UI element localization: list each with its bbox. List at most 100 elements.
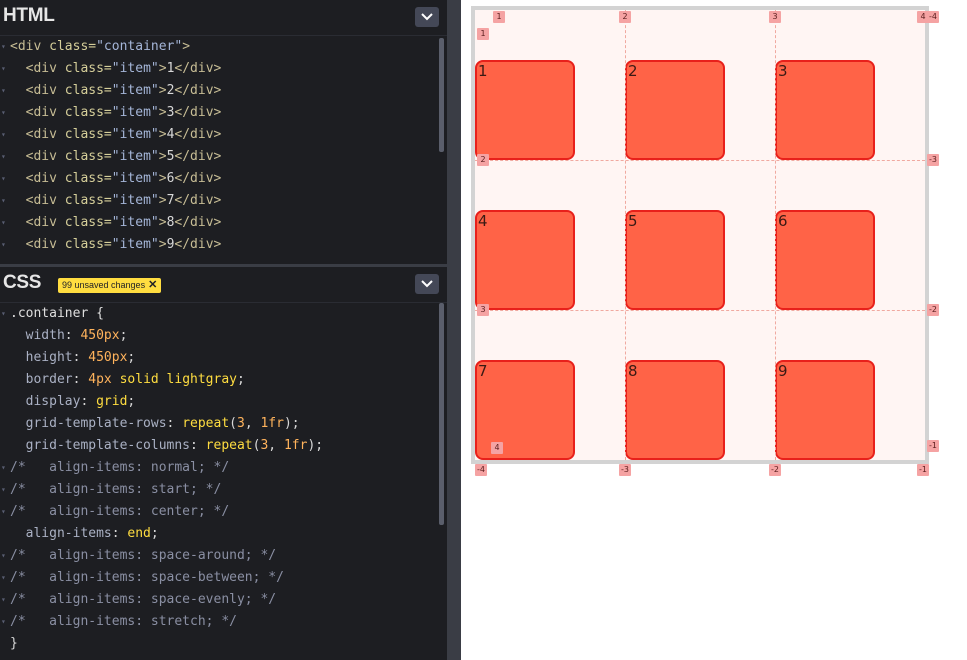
fold-marker-icon[interactable]: ▾ (1, 58, 6, 80)
code-token: } (10, 636, 18, 651)
code-token: ; (315, 438, 324, 453)
unsaved-changes-badge[interactable]: 99 unsaved changes ✕ (58, 278, 162, 293)
grid-column-line (775, 10, 776, 460)
fold-marker-icon[interactable]: ▾ (1, 168, 6, 190)
code-line: ▾ <div class="item">1</div> (0, 58, 437, 80)
css-scrollbar[interactable] (439, 303, 444, 525)
code-token: repeat (182, 416, 230, 431)
code-token: class= (56, 193, 112, 208)
grid-row-line (475, 310, 925, 311)
code-token: > (158, 171, 167, 186)
fold-marker-icon[interactable]: ▾ (1, 146, 6, 168)
code-token: height (10, 350, 73, 365)
html-pane-title: HTML (3, 5, 55, 26)
fold-marker-icon[interactable]: ▾ (1, 611, 6, 633)
code-token: class= (56, 105, 112, 120)
code-line: ▾ /* align-items: space-between; */ (0, 567, 437, 589)
code-token: class= (41, 39, 97, 54)
code-line: ▾ <div class="item">8</div> (0, 212, 437, 234)
code-token: .container { (10, 306, 104, 321)
html-collapse-button[interactable] (415, 7, 439, 27)
close-icon[interactable]: ✕ (148, 278, 157, 293)
code-token: "item" (111, 61, 159, 76)
fold-marker-icon[interactable]: ▾ (1, 124, 6, 146)
code-line: display: grid; (0, 391, 437, 413)
code-token: </div> (174, 127, 222, 142)
code-line: align-items: end; (0, 523, 437, 545)
row-line-label-left: 1 (477, 28, 489, 40)
html-scrollbar[interactable] (439, 38, 444, 152)
fold-marker-icon[interactable]: ▾ (1, 303, 6, 325)
code-token: "item" (111, 237, 159, 252)
css-code-area[interactable]: ▾ .container { width: 450px; height: 450p… (0, 303, 437, 655)
code-line: grid-template-columns: repeat(3, 1fr); (0, 435, 437, 457)
fold-marker-icon[interactable]: ▾ (1, 457, 6, 479)
fold-marker-icon[interactable]: ▾ (1, 190, 6, 212)
fold-marker-icon[interactable]: ▾ (1, 567, 6, 589)
code-token: 450px (88, 350, 128, 365)
fold-marker-icon[interactable]: ▾ (1, 80, 6, 102)
code-token: /* align-items: space-evenly; */ (10, 592, 277, 607)
code-line: ▾ /* align-items: space-around; */ (0, 545, 437, 567)
code-token: /* align-items: normal; */ (10, 460, 230, 475)
code-token: > (158, 237, 167, 252)
code-line: width: 450px; (0, 325, 437, 347)
html-code-area[interactable]: ▾ <div class="container"> ▾ <div class="it… (0, 36, 437, 256)
code-token: : (64, 328, 81, 343)
code-token: class= (56, 61, 112, 76)
fold-marker-icon[interactable]: ▾ (1, 102, 6, 124)
code-token: 1fr (260, 416, 284, 431)
code-token: : (72, 350, 89, 365)
code-token: "item" (111, 105, 159, 120)
code-token: border (10, 372, 73, 387)
code-token: align-items (10, 526, 112, 541)
code-token: </div> (174, 237, 222, 252)
fold-marker-icon[interactable]: ▾ (1, 479, 6, 501)
code-editor: HTML ▾ <div class="container"> ▾ <div clas… (0, 0, 447, 660)
row-line-label-left: 3 (477, 304, 489, 316)
column-line-label-bottom: -4 (475, 464, 487, 476)
code-token: : (72, 372, 89, 387)
code-line: ▾ /* align-items: space-evenly; */ (0, 589, 437, 611)
editor-preview-divider[interactable] (447, 0, 461, 660)
html-pane-header: HTML (0, 0, 447, 36)
column-line-label-top: 3 (769, 11, 781, 23)
code-token: /* align-items: start; */ (10, 482, 222, 497)
html-pane: HTML ▾ <div class="container"> ▾ <div clas… (0, 0, 447, 264)
code-token: <div (10, 39, 42, 54)
fold-marker-icon[interactable]: ▾ (1, 589, 6, 611)
chevron-down-icon (421, 280, 433, 288)
fold-marker-icon[interactable]: ▾ (1, 212, 6, 234)
code-token: <div (25, 171, 57, 186)
code-token: </div> (174, 105, 222, 120)
code-token: <div (25, 149, 57, 164)
code-token: > (158, 61, 167, 76)
code-token: "item" (111, 127, 159, 142)
code-token: /* align-items: space-between; */ (10, 570, 284, 585)
code-token: 450px (80, 328, 120, 343)
code-token: </div> (174, 61, 222, 76)
code-token: ) (283, 416, 292, 431)
code-token: /* align-items: space-around; */ (10, 548, 277, 563)
css-collapse-button[interactable] (415, 274, 439, 294)
code-line: grid-template-rows: repeat(3, 1fr); (0, 413, 437, 435)
code-token: ( (229, 416, 237, 431)
code-token: ; (119, 328, 128, 343)
fold-marker-icon[interactable]: ▾ (1, 36, 6, 58)
fold-marker-icon[interactable]: ▾ (1, 545, 6, 567)
code-token: : (111, 526, 128, 541)
fold-marker-icon[interactable]: ▾ (1, 234, 6, 256)
fold-marker-icon[interactable]: ▾ (1, 501, 6, 523)
code-line: ▾ <div class="item">7</div> (0, 190, 437, 212)
code-token: /* align-items: center; */ (10, 504, 230, 519)
row-line-label-right: -2 (927, 304, 939, 316)
code-line: height: 450px; (0, 347, 437, 369)
code-token: /* align-items: stretch; */ (10, 614, 237, 629)
code-line: } (0, 633, 437, 655)
code-token: , (244, 416, 261, 431)
row-line-label-right: -4 (927, 11, 939, 23)
